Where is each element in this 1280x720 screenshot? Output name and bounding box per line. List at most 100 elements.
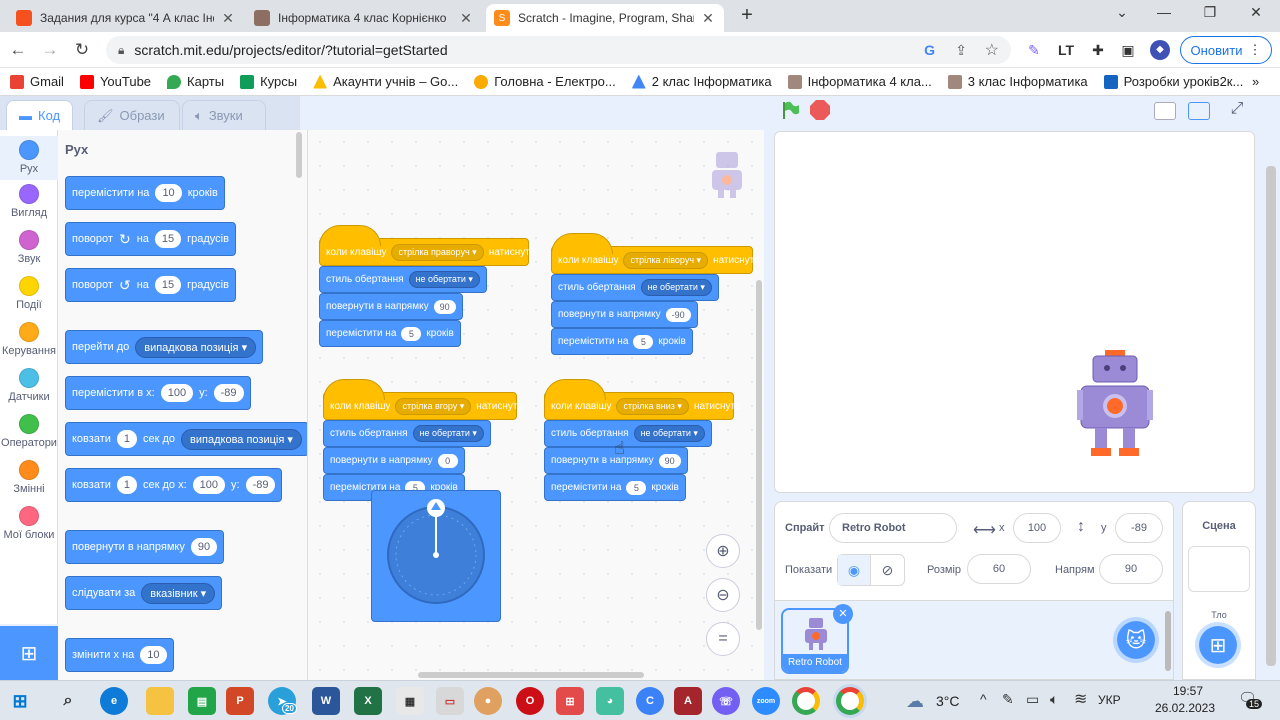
- bookmark-grade2[interactable]: 2 клас Інформатика: [631, 74, 772, 89]
- category-operators[interactable]: Оператори: [0, 414, 58, 449]
- tab-code[interactable]: ▬ Код: [6, 100, 74, 130]
- size-input[interactable]: 60: [967, 554, 1031, 584]
- bookmark-grade3[interactable]: 3 клас Інформатика: [947, 74, 1088, 89]
- degrees-input[interactable]: 15: [154, 276, 182, 294]
- tab-costumes[interactable]: 🖌︎ Образи: [84, 100, 180, 130]
- block-turn-left[interactable]: поворот ↺ на 15 градусів: [65, 268, 236, 302]
- excel-app[interactable]: X: [354, 687, 382, 715]
- forward-icon[interactable]: →: [40, 40, 60, 60]
- word-app[interactable]: W: [312, 687, 340, 715]
- restore-button[interactable]: ❐: [1198, 4, 1222, 24]
- style-dropdown[interactable]: не обертати ▾: [408, 271, 480, 288]
- choose-sprite-button[interactable]: 🐱︎: [1113, 617, 1159, 663]
- block-point-towards[interactable]: слідувати за вказівник ▾: [65, 576, 223, 610]
- bookmark-star-icon[interactable]: ☆: [985, 40, 999, 60]
- category-sound[interactable]: Звук: [0, 230, 58, 265]
- bookmark-courses[interactable]: Курсы: [240, 74, 297, 89]
- small-stage-button[interactable]: [1154, 102, 1176, 120]
- direction-input[interactable]: 90: [433, 299, 456, 314]
- chrome-app[interactable]: [792, 687, 820, 715]
- bookmark-maps[interactable]: Карты: [167, 74, 224, 89]
- start-button[interactable]: ⊞: [6, 687, 34, 715]
- direction-input[interactable]: 90: [658, 453, 681, 468]
- language-indicator[interactable]: УКР: [1098, 693, 1121, 707]
- direction-input[interactable]: 90: [1099, 554, 1163, 584]
- reload-icon[interactable]: ↻: [72, 40, 92, 60]
- chat-app[interactable]: ▤: [188, 687, 216, 715]
- close-icon[interactable]: ✕: [458, 10, 474, 27]
- steps-input[interactable]: 5: [626, 480, 647, 495]
- category-sensing[interactable]: Датчики: [0, 368, 58, 403]
- category-events[interactable]: Події: [0, 276, 58, 311]
- y-input[interactable]: -89: [1115, 513, 1163, 543]
- block-point-direction[interactable]: повернути в напрямку -90: [551, 301, 698, 328]
- category-my-blocks[interactable]: Мої блоки: [0, 506, 58, 541]
- bookmark-gmail[interactable]: Gmail: [10, 74, 64, 89]
- access-app[interactable]: A: [674, 687, 702, 715]
- hat-block-down[interactable]: коли клавішу стрілка вниз ▾ натиснуто: [544, 379, 741, 420]
- show-sprite-button[interactable]: ◉: [838, 555, 872, 585]
- url-text[interactable]: scratch.mit.edu/projects/editor/?tutoria…: [134, 42, 447, 58]
- style-dropdown[interactable]: не обертати ▾: [633, 425, 705, 442]
- google-icon[interactable]: G: [924, 42, 935, 58]
- new-tab-button[interactable]: +: [737, 5, 757, 25]
- category-looks[interactable]: Вигляд: [0, 184, 58, 219]
- hat-block-up[interactable]: коли клавішу стрілка вгору ▾ натиснуто: [323, 379, 523, 420]
- block-move-steps[interactable]: перемістити на 10 кроків: [65, 176, 225, 210]
- share-icon[interactable]: ⇪: [955, 42, 967, 59]
- telegram-app[interactable]: ➤ 20: [268, 687, 297, 715]
- block-rotation-style[interactable]: стиль обертання не обертати ▾: [319, 266, 487, 293]
- pen-tray-icon[interactable]: ✎: [1002, 691, 1014, 708]
- style-dropdown[interactable]: не обертати ▾: [412, 425, 484, 442]
- paint-app[interactable]: ●: [474, 687, 502, 715]
- class-app[interactable]: C: [636, 687, 664, 715]
- weather-temp[interactable]: 3°C: [936, 693, 960, 709]
- more-bookmarks[interactable]: »: [1252, 74, 1259, 89]
- add-extension-button[interactable]: ⊞: [0, 626, 58, 680]
- x-change-input[interactable]: 10: [140, 646, 167, 664]
- update-button[interactable]: Оновити ⋮: [1180, 36, 1272, 64]
- key-dropdown[interactable]: стрілка ліворуч ▾: [623, 251, 709, 269]
- block-move-steps[interactable]: перемістити на 5 кроків: [319, 320, 461, 347]
- store-app[interactable]: ▦: [396, 687, 424, 715]
- wifi-icon[interactable]: ≋: [1074, 689, 1087, 709]
- green-flag-button[interactable]: [780, 100, 800, 120]
- profile-avatar[interactable]: ◆: [1150, 40, 1170, 60]
- fullscreen-button[interactable]: ⤢: [1226, 100, 1248, 122]
- choose-backdrop-button[interactable]: ⊞: [1195, 622, 1241, 668]
- block-goto-xy[interactable]: перемістити в x: 100 y: -89: [65, 376, 251, 410]
- notifications-button[interactable]: 🗨︎ 15: [1238, 689, 1263, 713]
- hat-block-left[interactable]: коли клавішу стрілка ліворуч ▾ натиснуто: [551, 233, 760, 274]
- zoom-in-button[interactable]: ⊕: [706, 534, 740, 568]
- x-input[interactable]: 100: [192, 476, 226, 494]
- retro-robot-sprite[interactable]: [1077, 350, 1153, 458]
- block-glide-xy[interactable]: ковзати 1 сек до x: 100 y: -89: [65, 468, 283, 502]
- zoom-app[interactable]: zoom: [752, 687, 780, 715]
- scratch-desktop-app[interactable]: ◕: [596, 687, 624, 715]
- sprite-list-scrollbar[interactable]: [1165, 611, 1171, 671]
- towards-dropdown[interactable]: вказівник ▾: [141, 582, 216, 604]
- page-scrollbar[interactable]: [1266, 166, 1276, 666]
- key-dropdown[interactable]: стрілка вниз ▾: [616, 397, 689, 415]
- pen-extension-icon[interactable]: ✎: [1024, 40, 1044, 60]
- backdrop-thumbnail[interactable]: [1188, 546, 1250, 592]
- zoom-out-button[interactable]: ⊖: [706, 578, 740, 612]
- block-glide-to[interactable]: ковзати 1 сек до випадкова позиція ▾: [65, 422, 307, 456]
- bookmark-grade4[interactable]: Інформатика 4 кла...: [787, 74, 932, 89]
- goto-dropdown[interactable]: випадкова позиція ▾: [135, 336, 257, 358]
- translate-extension-icon[interactable]: LT: [1056, 40, 1076, 60]
- glide-dropdown[interactable]: випадкова позиція ▾: [181, 428, 302, 450]
- secs-input[interactable]: 1: [116, 476, 138, 494]
- direction-input[interactable]: -90: [665, 307, 691, 322]
- edge-app[interactable]: e: [100, 687, 128, 715]
- search-button[interactable]: ⌕: [54, 687, 82, 715]
- browser-tab-3[interactable]: S Scratch - Imagine, Program, Shar ✕: [486, 4, 724, 32]
- code-scrollbar-horizontal[interactable]: [418, 672, 644, 678]
- steps-input[interactable]: 5: [401, 326, 422, 341]
- minimize-button[interactable]: —: [1152, 4, 1176, 24]
- stage-canvas[interactable]: [774, 131, 1255, 493]
- hide-sprite-button[interactable]: ⊘: [871, 555, 904, 585]
- sprite-name-input[interactable]: Retro Robot: [829, 513, 957, 543]
- category-motion[interactable]: Рух: [0, 136, 58, 180]
- steps-input[interactable]: 10: [155, 184, 182, 202]
